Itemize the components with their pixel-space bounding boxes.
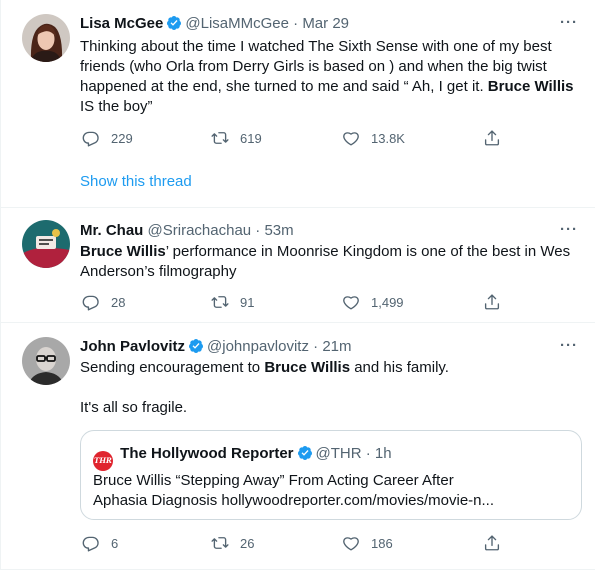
text-line: Sending encouragement to Bruce Willis an… (80, 358, 580, 378)
quote-author-name: The Hollywood Reporter (120, 445, 294, 462)
tweet-lisa-mcgee[interactable]: Lisa McGee @LisaMMcGee · Mar 29 ··· Think… (1, 0, 595, 208)
author-handle[interactable]: @LisaMMcGee (185, 15, 289, 32)
retweet-count: 619 (240, 130, 262, 146)
tweet-header: Mr. Chau @Srirachachau · 53m (80, 221, 294, 241)
retweet-button[interactable]: 91 (211, 292, 254, 312)
tweet-actions: 6 26 186 (80, 533, 510, 553)
tweet-text: Sending encouragement to Bruce Willis an… (80, 358, 580, 418)
reply-button[interactable]: 6 (82, 533, 118, 553)
text-line: Bruce Willis “Stepping Away” From Acting… (93, 472, 454, 489)
separator-dot: · (313, 338, 319, 355)
text-line: friends (who Orla from Derry Girls is ba… (80, 58, 547, 75)
reply-icon (82, 293, 100, 311)
retweet-count: 26 (240, 535, 255, 551)
author-name[interactable]: Mr. Chau (80, 222, 143, 239)
reply-button[interactable]: 28 (82, 292, 125, 312)
text-fragment: Sending encouragement to (80, 359, 265, 376)
share-icon (483, 129, 501, 147)
more-options-icon[interactable]: ··· (560, 14, 578, 31)
timestamp[interactable]: 53m (264, 222, 293, 239)
verified-badge-icon (166, 15, 182, 31)
tweet-feed: Lisa McGee @LisaMMcGee · Mar 29 ··· Think… (0, 0, 595, 570)
share-button[interactable] (483, 533, 501, 553)
bold-text: Bruce Willis (80, 243, 166, 260)
verified-badge-icon (188, 338, 204, 354)
tweet-john-pavlovitz[interactable]: John Pavlovitz @johnpavlovitz · 21m ··· S… (1, 323, 595, 570)
author-handle[interactable]: @johnpavlovitz (207, 338, 309, 355)
share-icon (483, 293, 501, 311)
avatar[interactable] (22, 337, 70, 385)
text-line: happened at the end, she turned to me an… (80, 77, 580, 97)
retweet-icon (211, 293, 229, 311)
more-options-icon[interactable]: ··· (560, 221, 578, 238)
tweet-text: Bruce Willis’ performance in Moonrise Ki… (80, 242, 580, 282)
author-name[interactable]: Lisa McGee (80, 15, 163, 32)
like-icon (342, 534, 360, 552)
share-button[interactable] (483, 292, 501, 312)
reply-icon (82, 129, 100, 147)
quote-timestamp: 1h (374, 445, 392, 462)
separator-dot: · (365, 445, 371, 462)
text-line: Anderson’s filmography (80, 263, 237, 280)
quote-text: Bruce Willis “Stepping Away” From Acting… (93, 471, 494, 511)
separator-dot: · (255, 222, 261, 239)
text-line: It's all so fragile. (80, 399, 188, 416)
like-count: 186 (371, 535, 393, 551)
text-line: IS the boy” (80, 98, 153, 115)
bold-text: Bruce Willis (487, 78, 574, 95)
retweet-count: 91 (240, 294, 255, 310)
like-icon (342, 293, 360, 311)
text-fragment: happened at the end, she turned to me an… (80, 78, 488, 95)
share-button[interactable] (483, 128, 501, 148)
like-count: 1,499 (371, 294, 404, 310)
reply-button[interactable]: 229 (82, 128, 133, 148)
avatar[interactable] (22, 14, 70, 62)
tweet-actions: 229 619 13.8K (80, 128, 510, 148)
reply-count: 6 (111, 535, 119, 551)
separator-dot: · (293, 15, 299, 32)
share-icon (483, 534, 501, 552)
text-line: Aphasia Diagnosis hollywoodreporter.com/… (93, 492, 495, 509)
retweet-button[interactable]: 26 (211, 533, 254, 553)
author-name[interactable]: John Pavlovitz (80, 338, 185, 355)
tweet-actions: 28 91 1,499 (80, 292, 510, 312)
retweet-icon (211, 534, 229, 552)
reply-count: 28 (111, 294, 126, 310)
thr-logo: THR (93, 451, 113, 471)
tweet-header: John Pavlovitz @johnpavlovitz · 21m (80, 337, 352, 357)
tweet-mr-chau[interactable]: Mr. Chau @Srirachachau · 53m ··· Bruce W… (1, 208, 595, 323)
reply-count: 229 (111, 130, 133, 146)
tweet-text: Thinking about the time I watched The Si… (80, 37, 580, 117)
quote-header: THR The Hollywood Reporter @THR · 1h (93, 444, 392, 471)
timestamp[interactable]: 21m (322, 338, 351, 355)
like-count: 13.8K (371, 130, 405, 146)
text-fragment: ’ performance in Moonrise Kingdom is one… (165, 243, 571, 260)
text-line: Bruce Willis’ performance in Moonrise Ki… (80, 242, 580, 262)
author-handle[interactable]: @Srirachachau (148, 222, 252, 239)
like-button[interactable]: 1,499 (342, 292, 404, 312)
text-fragment: and his family. (350, 359, 449, 376)
like-button[interactable]: 13.8K (342, 128, 405, 148)
retweet-button[interactable]: 619 (211, 128, 262, 148)
bold-text: Bruce Willis (264, 359, 351, 376)
tweet-header: Lisa McGee @LisaMMcGee · Mar 29 (80, 14, 349, 34)
like-button[interactable]: 186 (342, 533, 393, 553)
verified-badge-icon (297, 445, 313, 461)
timestamp[interactable]: Mar 29 (302, 15, 349, 32)
text-line: Thinking about the time I watched The Si… (80, 38, 552, 55)
like-icon (342, 129, 360, 147)
avatar[interactable] (22, 220, 70, 268)
quoted-tweet-card[interactable]: THR The Hollywood Reporter @THR · 1h Bruc… (80, 430, 582, 520)
show-thread-link[interactable]: Show this thread (80, 173, 192, 190)
more-options-icon[interactable]: ··· (560, 337, 578, 354)
reply-icon (82, 534, 100, 552)
retweet-icon (211, 129, 229, 147)
quote-author-handle: @THR (315, 445, 362, 462)
